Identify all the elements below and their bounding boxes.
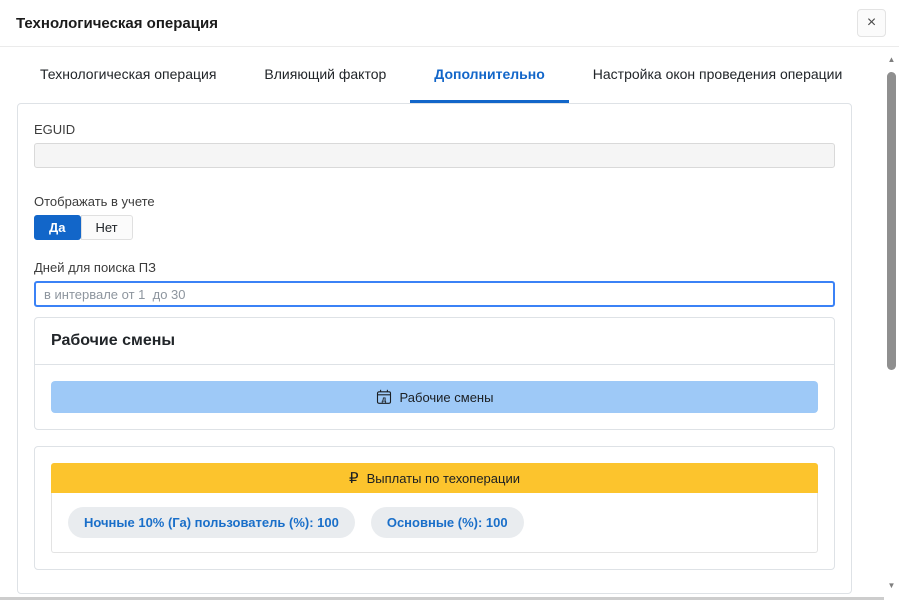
display-in-accounting-label: Отображать в учете: [34, 194, 835, 209]
days-search-label: Дней для поиска ПЗ: [34, 260, 835, 275]
scroll-up-icon[interactable]: ▲: [884, 55, 899, 64]
work-shifts-card: Рабочие смены д Рабочие смены: [34, 317, 835, 430]
work-shifts-body: д Рабочие смены: [35, 365, 834, 429]
calendar-day-icon: д: [376, 389, 392, 405]
ruble-icon: ₽: [349, 469, 359, 487]
modal-header: Технологическая операция: [0, 0, 899, 47]
payments-button-label: Выплаты по техоперации: [367, 471, 520, 486]
tab-tech-operation[interactable]: Технологическая операция: [16, 47, 240, 103]
display-in-accounting-toggle: Да Нет: [34, 215, 133, 240]
payments-body: ₽ Выплаты по техоперации Ночные 10% (Га)…: [35, 447, 834, 569]
days-search-input[interactable]: [34, 281, 835, 307]
svg-text:д: д: [381, 397, 386, 404]
work-shifts-button-label: Рабочие смены: [400, 390, 494, 405]
vertical-scrollbar[interactable]: ▲ ▼: [884, 47, 899, 600]
eguid-label: EGUID: [34, 122, 835, 137]
payment-badge[interactable]: Ночные 10% (Га) пользователь (%): 100: [68, 507, 355, 538]
payments-card: ₽ Выплаты по техоперации Ночные 10% (Га)…: [34, 446, 835, 570]
tab-operation-windows[interactable]: Настройка окон проведения операции: [569, 47, 867, 103]
scroll-down-icon[interactable]: ▼: [884, 581, 899, 590]
close-button[interactable]: ×: [857, 9, 886, 37]
work-shifts-title: Рабочие смены: [35, 318, 834, 365]
tab-influencing-factor[interactable]: Влияющий фактор: [240, 47, 410, 103]
scrollbar-thumb[interactable]: [887, 72, 896, 370]
modal-title: Технологическая операция: [16, 15, 218, 32]
tab-content-panel: EGUID Отображать в учете Да Нет Дней для…: [17, 103, 852, 594]
tab-bar: Технологическая операция Влияющий фактор…: [0, 47, 899, 103]
eguid-input[interactable]: [34, 143, 835, 168]
close-icon: ×: [867, 15, 876, 31]
work-shifts-button[interactable]: д Рабочие смены: [51, 381, 818, 413]
toggle-no[interactable]: Нет: [81, 215, 133, 240]
payments-badge-list: Ночные 10% (Га) пользователь (%): 100 Ос…: [51, 493, 818, 553]
payment-badge[interactable]: Основные (%): 100: [371, 507, 524, 538]
tab-additional[interactable]: Дополнительно: [410, 47, 568, 103]
payments-button[interactable]: ₽ Выплаты по техоперации: [51, 463, 818, 493]
toggle-yes[interactable]: Да: [34, 215, 81, 240]
